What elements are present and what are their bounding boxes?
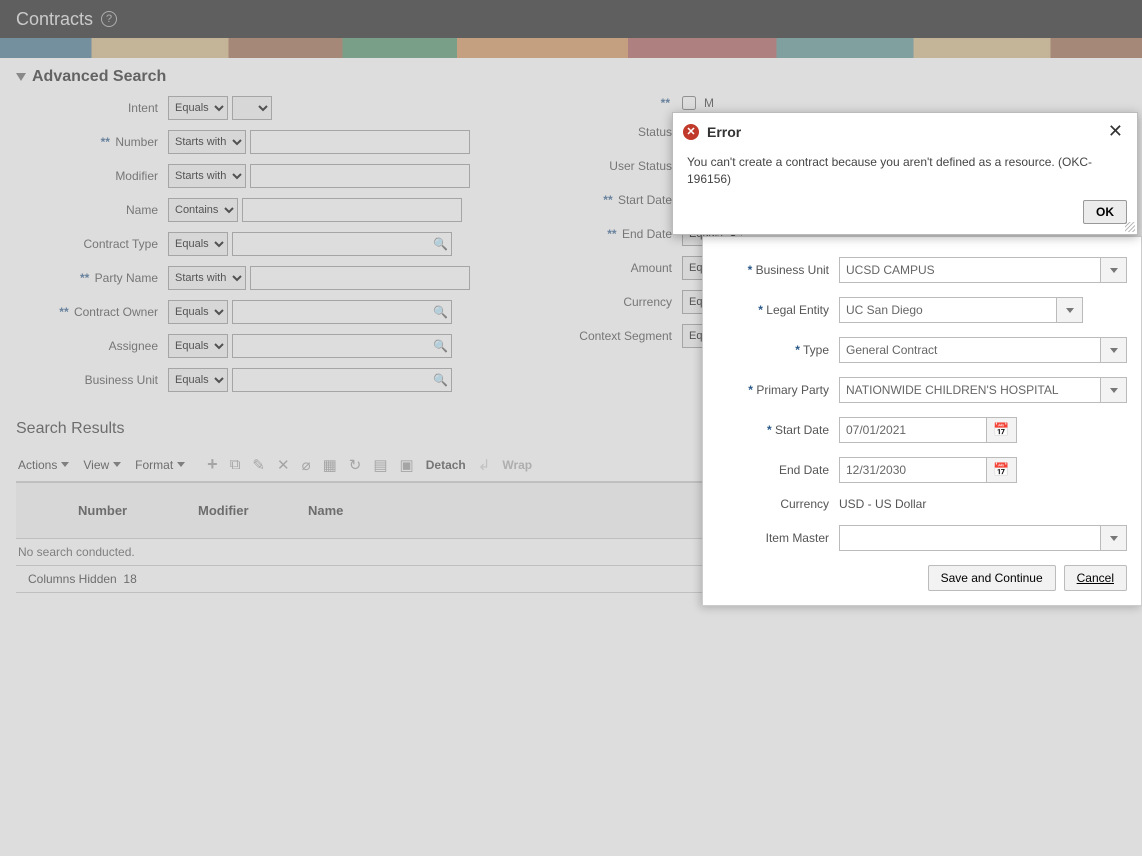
cp-currency-label: Currency	[717, 497, 833, 511]
calendar-icon[interactable]: 📅	[987, 417, 1017, 443]
cp-primary-party-label: * Primary Party	[717, 383, 833, 397]
cp-currency-value: USD - US Dollar	[839, 497, 926, 511]
cp-end-date-label: End Date	[717, 463, 833, 477]
cp-business-unit-input[interactable]	[839, 257, 1101, 283]
cp-type-label: * Type	[717, 343, 833, 357]
cp-start-date-input[interactable]	[839, 417, 987, 443]
dropdown-icon[interactable]	[1101, 257, 1127, 283]
cp-legal-entity-label: * Legal Entity	[717, 303, 833, 317]
cp-business-unit-label: * Business Unit	[717, 263, 833, 277]
error-title: Error	[707, 124, 1096, 140]
save-and-continue-button[interactable]: Save and Continue	[928, 565, 1056, 591]
close-icon[interactable]: ✕	[1104, 121, 1127, 142]
cp-legal-entity-input[interactable]	[839, 297, 1057, 323]
dropdown-icon[interactable]	[1101, 377, 1127, 403]
cp-item-master-label: Item Master	[717, 531, 833, 545]
create-contract-panel: * Business Unit * Legal Entity * Type * …	[702, 236, 1142, 606]
error-dialog: ✕ Error ✕ You can't create a contract be…	[672, 112, 1138, 235]
error-icon: ✕	[683, 124, 699, 140]
cp-start-date-label: * Start Date	[717, 423, 833, 437]
dropdown-icon[interactable]	[1101, 525, 1127, 551]
cp-end-date-input[interactable]	[839, 457, 987, 483]
cp-type-input[interactable]	[839, 337, 1101, 363]
cp-primary-party-input[interactable]	[839, 377, 1101, 403]
ok-button[interactable]: OK	[1083, 200, 1127, 224]
dropdown-icon[interactable]	[1057, 297, 1083, 323]
calendar-icon[interactable]: 📅	[987, 457, 1017, 483]
error-message: You can't create a contract because you …	[673, 150, 1137, 200]
dropdown-icon[interactable]	[1101, 337, 1127, 363]
cancel-button[interactable]: Cancel	[1064, 565, 1127, 591]
resize-grip-icon[interactable]	[1125, 222, 1135, 232]
cp-item-master-input[interactable]	[839, 525, 1101, 551]
